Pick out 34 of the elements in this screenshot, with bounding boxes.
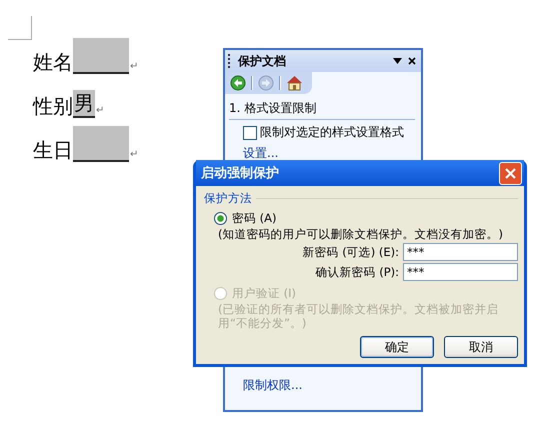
password-field[interactable]: *** [403,263,518,281]
checkbox-label[interactable]: 限制对选定的样式设置格式 [260,124,404,141]
close-button[interactable] [499,162,522,184]
paragraph-mark: ↵ [130,61,138,72]
back-icon[interactable] [230,75,246,91]
dialog-title: 启动强制保护 [201,164,279,182]
settings-link[interactable]: 设置... [243,145,278,162]
option-description: (已验证的所有者可以删除文档保护。文档被加密并启用“不能分发”。) [218,302,500,330]
home-icon[interactable] [286,75,303,91]
field-label: 性别 [33,94,73,118]
field-label: 姓名 [33,50,73,74]
pane-title: 保护文档 [238,52,287,70]
dropdown-icon[interactable] [393,58,402,64]
ok-button[interactable]: 确定 [360,336,434,358]
form-field[interactable] [73,126,129,162]
cancel-button[interactable]: 取消 [444,336,518,358]
close-icon [505,168,516,178]
password-field[interactable]: *** [403,243,518,261]
page-corner-mark [8,16,32,40]
group-label: 保护方法 [204,191,252,206]
form-field[interactable] [73,38,129,74]
paragraph-mark: ↵ [130,149,138,160]
checkbox[interactable] [243,126,257,140]
radio-label[interactable]: 密码 (A) [232,211,276,226]
restrict-permission-link[interactable]: 限制权限... [243,377,302,394]
form-field[interactable]: 男 [73,90,95,118]
field-label: 新密码 (可选) (E): [302,244,399,260]
section-heading: 1. 格式设置限制 [229,100,415,120]
paragraph-mark: ↵ [96,105,104,116]
field-label: 生日 [33,138,73,162]
close-icon[interactable] [408,57,416,65]
radio-button[interactable] [214,212,227,225]
option-description: (知道密码的用户可以删除文档保护。文档没有加密。) [218,227,504,241]
field-label: 确认新密码 (P): [316,264,399,280]
